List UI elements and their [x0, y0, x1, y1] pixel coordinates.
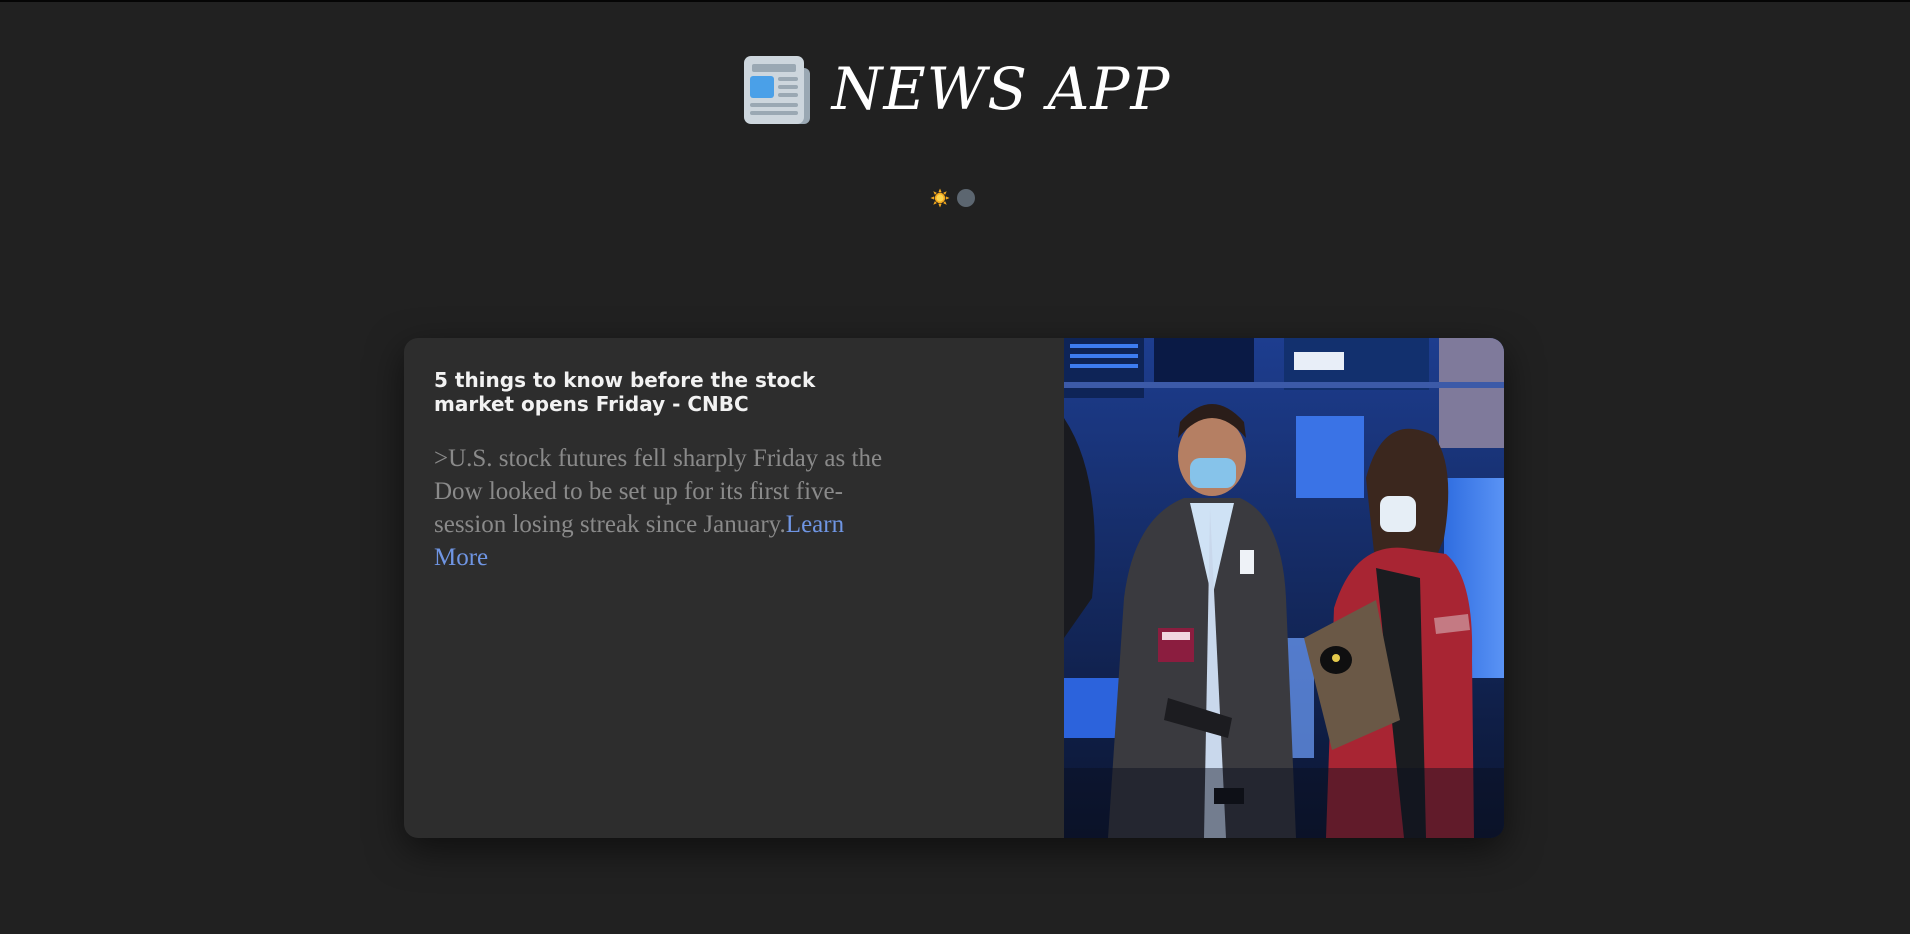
window-top-border — [0, 0, 1910, 2]
article-title: 5 things to know before the stock market… — [434, 368, 816, 416]
news-card: 5 things to know before the stock market… — [404, 338, 1504, 838]
newspaper-icon — [743, 56, 810, 124]
toggle-knob[interactable] — [957, 189, 975, 207]
app-header: NEWS APP — [0, 44, 1910, 134]
news-card-body: 5 things to know before the stock market… — [434, 368, 884, 574]
article-image — [1064, 338, 1504, 838]
app-title: NEWS APP — [831, 55, 1171, 123]
sun-icon — [930, 188, 950, 208]
article-description: ˃U.S. stock futures fell sharply Friday … — [434, 442, 884, 574]
theme-toggle[interactable] — [930, 188, 975, 208]
